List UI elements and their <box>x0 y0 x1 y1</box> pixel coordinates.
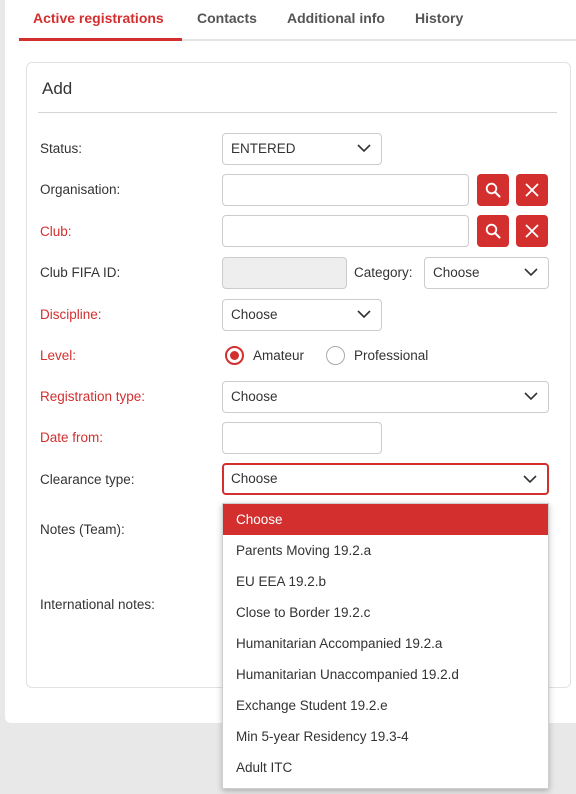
club-clear-button[interactable] <box>516 215 548 247</box>
status-select[interactable]: ENTERED <box>222 133 382 165</box>
tab-history[interactable]: History <box>415 10 463 26</box>
category-select[interactable]: Choose <box>424 257 549 289</box>
registration-type-label: Registration type: <box>40 389 146 404</box>
clearance-type-value: Choose <box>231 471 278 486</box>
organisation-search-button[interactable] <box>477 174 509 206</box>
club-fifa-id-label: Club FIFA ID: <box>40 265 121 280</box>
chevron-down-icon <box>524 392 538 401</box>
clearance-option-eu-eea[interactable]: EU EEA 19.2.b <box>223 566 548 597</box>
clearance-option-exchange-student[interactable]: Exchange Student 19.2.e <box>223 690 548 721</box>
clearance-option-humanitarian-unaccompanied[interactable]: Humanitarian Unaccompanied 19.2.d <box>223 659 548 690</box>
registration-type-value: Choose <box>231 389 278 404</box>
chevron-down-icon <box>524 268 538 277</box>
clearance-option-close-to-border[interactable]: Close to Border 19.2.c <box>223 597 548 628</box>
level-label: Level: <box>40 348 77 363</box>
clearance-type-select[interactable]: Choose <box>222 463 549 495</box>
level-amateur-radio[interactable] <box>225 346 244 365</box>
club-fifa-id-input <box>222 257 347 289</box>
search-icon <box>485 223 501 239</box>
organisation-input[interactable] <box>222 174 469 206</box>
club-search-button[interactable] <box>477 215 509 247</box>
chevron-down-icon <box>523 475 537 484</box>
tab-additional-info[interactable]: Additional info <box>287 10 385 26</box>
registration-type-select[interactable]: Choose <box>222 381 549 413</box>
organisation-clear-button[interactable] <box>516 174 548 206</box>
close-icon <box>525 183 539 197</box>
discipline-select[interactable]: Choose <box>222 299 382 331</box>
discipline-label: Discipline: <box>40 307 102 322</box>
clearance-type-label: Clearance type: <box>40 472 135 487</box>
organisation-label: Organisation: <box>40 182 121 197</box>
category-value: Choose <box>433 265 480 280</box>
search-icon <box>485 182 501 198</box>
tab-active-registrations[interactable]: Active registrations <box>33 10 164 26</box>
tab-bar: Active registrations Contacts Additional… <box>19 0 576 41</box>
clearance-option-adult-itc[interactable]: Adult ITC <box>223 752 548 783</box>
status-label: Status: <box>40 141 83 156</box>
active-tab-indicator <box>19 38 182 41</box>
clearance-option-parents-moving[interactable]: Parents Moving 19.2.a <box>223 535 548 566</box>
notes-team-label: Notes (Team): <box>40 522 125 537</box>
panel-divider <box>38 112 557 113</box>
clearance-option-min-5-year-residency[interactable]: Min 5-year Residency 19.3-4 <box>223 721 548 752</box>
date-from-input[interactable] <box>222 422 382 454</box>
clearance-type-dropdown: Choose Parents Moving 19.2.a EU EEA 19.2… <box>222 503 549 789</box>
chevron-down-icon <box>357 144 371 153</box>
international-notes-label: International notes: <box>40 597 155 612</box>
chevron-down-icon <box>357 310 371 319</box>
club-label: Club: <box>40 224 72 239</box>
level-amateur-label[interactable]: Amateur <box>253 348 304 363</box>
close-icon <box>525 224 539 238</box>
status-value: ENTERED <box>231 141 296 156</box>
level-professional-radio[interactable] <box>326 346 345 365</box>
category-label: Category: <box>354 265 413 280</box>
discipline-value: Choose <box>231 307 278 322</box>
club-input[interactable] <box>222 215 469 247</box>
panel-title: Add <box>42 79 73 98</box>
clearance-option-humanitarian-accompanied[interactable]: Humanitarian Accompanied 19.2.a <box>223 628 548 659</box>
date-from-label: Date from: <box>40 430 104 445</box>
tab-contacts[interactable]: Contacts <box>197 10 257 26</box>
clearance-option-choose[interactable]: Choose <box>223 504 548 535</box>
level-professional-label[interactable]: Professional <box>354 348 428 363</box>
